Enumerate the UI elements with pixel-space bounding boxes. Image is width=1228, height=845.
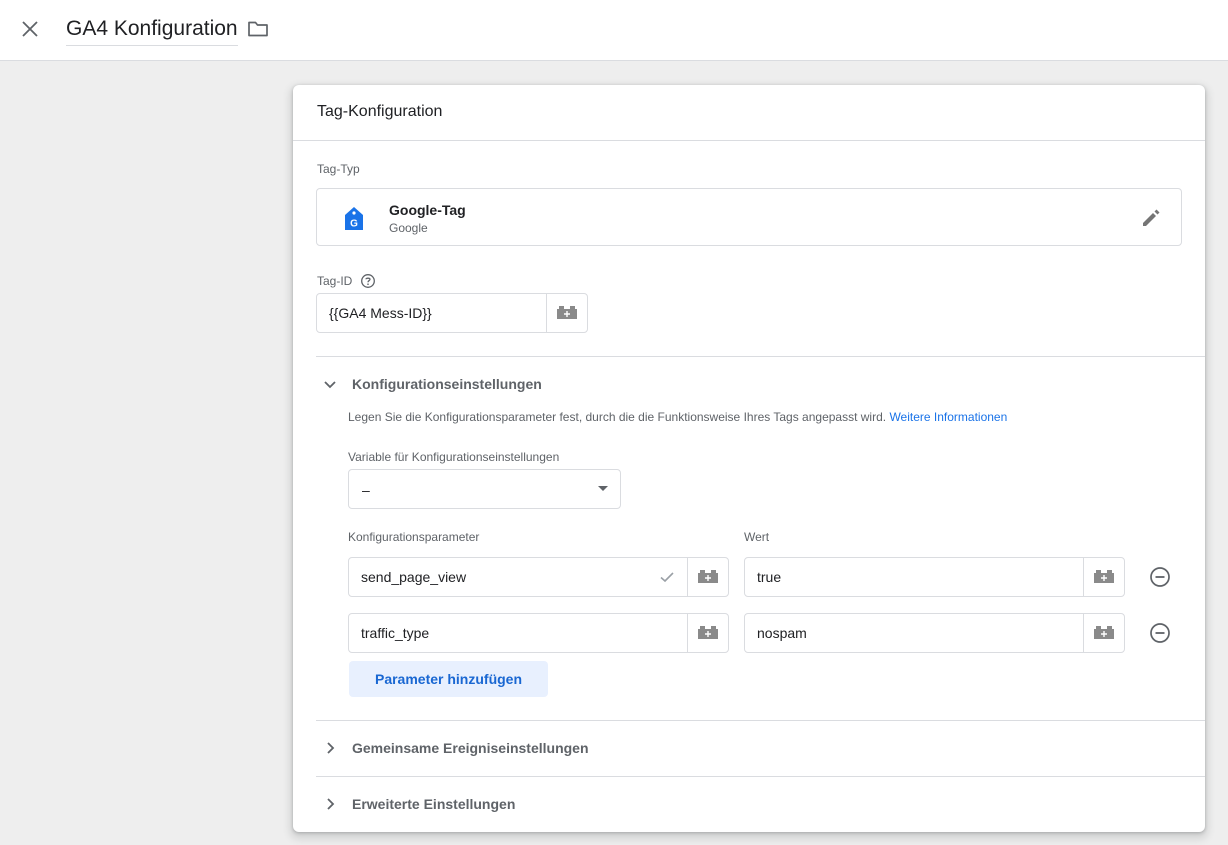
variable-picker-button[interactable]	[687, 614, 728, 652]
config-variable-label: Variable für Konfigurationseinstellungen	[348, 450, 560, 464]
folder-button[interactable]	[246, 17, 270, 41]
pencil-icon[interactable]	[1139, 206, 1163, 230]
param-column-header: Konfigurationsparameter	[348, 530, 480, 544]
variable-brick-icon	[1094, 626, 1114, 639]
config-settings-title: Konfigurationseinstellungen	[352, 376, 542, 392]
tag-id-input[interactable]: {{GA4 Mess-ID}}	[316, 293, 588, 333]
param-name: traffic_type	[361, 625, 430, 641]
remove-circle-icon[interactable]	[1148, 621, 1172, 645]
variable-brick-icon	[557, 306, 577, 319]
tag-type-selector[interactable]: G Google-Tag Google	[316, 188, 1182, 246]
event-settings-title: Gemeinsame Ereigniseinstellungen	[352, 740, 589, 756]
chevron-right-icon	[327, 742, 335, 754]
config-variable-value: –	[362, 482, 370, 498]
add-parameter-button[interactable]: Parameter hinzufügen	[349, 661, 548, 697]
variable-picker-button[interactable]	[1083, 558, 1124, 596]
dropdown-caret-icon	[598, 486, 608, 491]
folder-icon	[248, 21, 268, 37]
remove-circle-icon[interactable]	[1148, 565, 1172, 589]
value-input[interactable]: true	[744, 557, 1125, 597]
value-column-header: Wert	[744, 530, 770, 544]
chevron-down-icon	[324, 381, 336, 389]
tag-icon-letter: G	[350, 219, 358, 230]
chevron-right-icon	[327, 798, 335, 810]
config-variable-select[interactable]: –	[348, 469, 621, 509]
variable-brick-icon	[698, 626, 718, 639]
advanced-settings-title: Erweiterte Einstellungen	[352, 796, 516, 812]
config-description: Legen Sie die Konfigurationsparameter fe…	[348, 410, 1007, 424]
tag-configuration-card: Tag-Konfiguration Tag-Typ G Google-Tag G…	[293, 85, 1205, 832]
learn-more-link[interactable]: Weitere Informationen	[889, 410, 1007, 424]
tag-name-field[interactable]: GA4 Konfiguration	[66, 16, 238, 46]
tag-type-name: Google-Tag	[389, 202, 466, 218]
variable-brick-icon	[698, 570, 718, 583]
variable-picker-button[interactable]	[687, 558, 728, 596]
tag-id-value: {{GA4 Mess-ID}}	[329, 305, 432, 321]
param-input[interactable]: send_page_view	[348, 557, 729, 597]
variable-brick-icon	[1094, 570, 1114, 583]
advanced-settings-section-toggle[interactable]: Erweiterte Einstellungen	[316, 784, 1205, 824]
help-icon[interactable]	[360, 273, 376, 289]
section-divider	[316, 720, 1205, 721]
param-input[interactable]: traffic_type	[348, 613, 729, 653]
variable-picker-button[interactable]	[1083, 614, 1124, 652]
card-header: Tag-Konfiguration	[293, 85, 1205, 141]
tag-type-label: Tag-Typ	[317, 162, 360, 176]
value-input[interactable]: nospam	[744, 613, 1125, 653]
close-icon	[22, 21, 38, 37]
google-tag-icon: G	[345, 207, 363, 230]
close-button[interactable]	[18, 17, 42, 41]
top-bar: GA4 Konfiguration	[0, 0, 1228, 61]
card-title: Tag-Konfiguration	[317, 103, 443, 120]
variable-picker-button[interactable]	[546, 294, 587, 332]
config-settings-section-toggle[interactable]: Konfigurationseinstellungen	[316, 364, 1205, 404]
section-divider	[316, 776, 1205, 777]
event-settings-section-toggle[interactable]: Gemeinsame Ereigniseinstellungen	[316, 728, 1205, 768]
section-divider	[316, 356, 1205, 357]
param-name: send_page_view	[361, 569, 467, 585]
check-icon	[660, 572, 674, 583]
config-description-text: Legen Sie die Konfigurationsparameter fe…	[348, 410, 887, 424]
tag-type-vendor: Google	[389, 221, 428, 235]
param-value: true	[757, 569, 782, 585]
param-value: nospam	[757, 625, 807, 641]
tag-id-label: Tag-ID	[317, 274, 353, 288]
